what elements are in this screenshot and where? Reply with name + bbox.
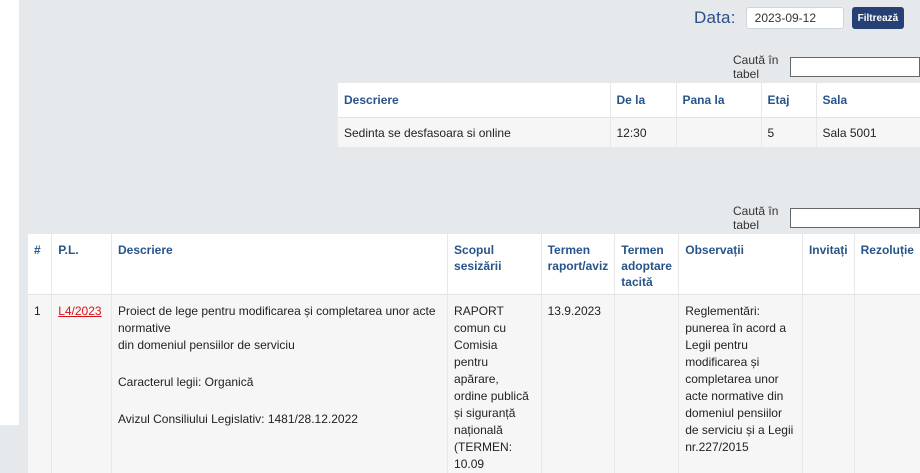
cell-sala: Sala 5001	[816, 118, 920, 148]
col-nr[interactable]: #	[28, 234, 52, 295]
descriere-line: Proiect de lege pentru modificarea și co…	[118, 304, 436, 335]
date-label: Data:	[694, 8, 736, 28]
cell-termen-raport: 13.9.2023	[541, 295, 615, 473]
caracter-legii: Caracterul legii: Organică	[118, 374, 441, 391]
cell-pl: L4/2023	[52, 295, 112, 473]
cell-invitati	[802, 295, 854, 473]
header-line: Termen	[548, 243, 590, 257]
header-line: Termen	[621, 243, 663, 257]
search-label: Caută în tabel	[733, 204, 785, 232]
date-input[interactable]	[746, 7, 844, 29]
col-termen-adoptare[interactable]: Termen adoptare tacită	[615, 234, 679, 295]
col-invitati[interactable]: Invitați	[802, 234, 854, 295]
col-descriere[interactable]: Descriere	[338, 83, 610, 118]
cell-descriere: Sedinta se desfasoara si online	[338, 118, 610, 148]
sessions-search: Caută în tabel	[733, 53, 920, 81]
sessions-table: Descriere De la Pana la Etaj Sala Sedint…	[338, 83, 920, 147]
agenda-table: # P.L. Descriere Scopul sesizării Termen…	[28, 234, 920, 473]
col-descriere[interactable]: Descriere	[111, 234, 447, 295]
cell-descriere: Proiect de lege pentru modificarea și co…	[111, 295, 447, 473]
col-sala[interactable]: Sala	[816, 83, 920, 118]
table-header-row: # P.L. Descriere Scopul sesizării Termen…	[28, 234, 920, 295]
col-termen-raport[interactable]: Termen raport/aviz	[541, 234, 615, 295]
agenda-search-input[interactable]	[790, 208, 920, 228]
cell-pana-la	[676, 118, 761, 148]
col-scop[interactable]: Scopul sesizării	[448, 234, 542, 295]
cell-scop: RAPORT comun cu Comisia pentru apărare, …	[448, 295, 542, 473]
left-margin-strip	[0, 0, 19, 425]
descriere-line: din domeniul pensiilor de serviciu	[118, 338, 295, 352]
date-filter: Data: Filtrează	[694, 6, 904, 30]
cell-etaj: 5	[761, 118, 816, 148]
cell-observatii: Reglementări: punerea în acord a Legii p…	[679, 295, 803, 473]
cell-rezolutie	[854, 295, 920, 473]
pl-link[interactable]: L4/2023	[58, 304, 101, 318]
sessions-search-input[interactable]	[790, 57, 920, 77]
table-row: Sedinta se desfasoara si online 12:30 5 …	[338, 118, 920, 148]
header-line: adoptare	[621, 259, 672, 273]
aviz-consiliu: Avizul Consiliului Legislativ: 1481/28.1…	[118, 411, 441, 428]
col-observatii[interactable]: Observații	[679, 234, 803, 295]
header-line: raport/aviz	[548, 259, 609, 273]
col-etaj[interactable]: Etaj	[761, 83, 816, 118]
agenda-search: Caută în tabel	[733, 204, 920, 232]
col-pana-la[interactable]: Pana la	[676, 83, 761, 118]
col-rezolutie[interactable]: Rezoluție	[854, 234, 920, 295]
header-line: tacită	[621, 275, 652, 289]
table-row: 1 L4/2023 Proiect de lege pentru modific…	[28, 295, 920, 473]
search-label: Caută în tabel	[733, 53, 785, 81]
col-pl[interactable]: P.L.	[52, 234, 112, 295]
col-de-la[interactable]: De la	[610, 83, 676, 118]
cell-de-la: 12:30	[610, 118, 676, 148]
cell-termen-adoptare	[615, 295, 679, 473]
table-header-row: Descriere De la Pana la Etaj Sala	[338, 83, 920, 118]
cell-nr: 1	[28, 295, 52, 473]
filter-button[interactable]: Filtrează	[852, 7, 905, 29]
